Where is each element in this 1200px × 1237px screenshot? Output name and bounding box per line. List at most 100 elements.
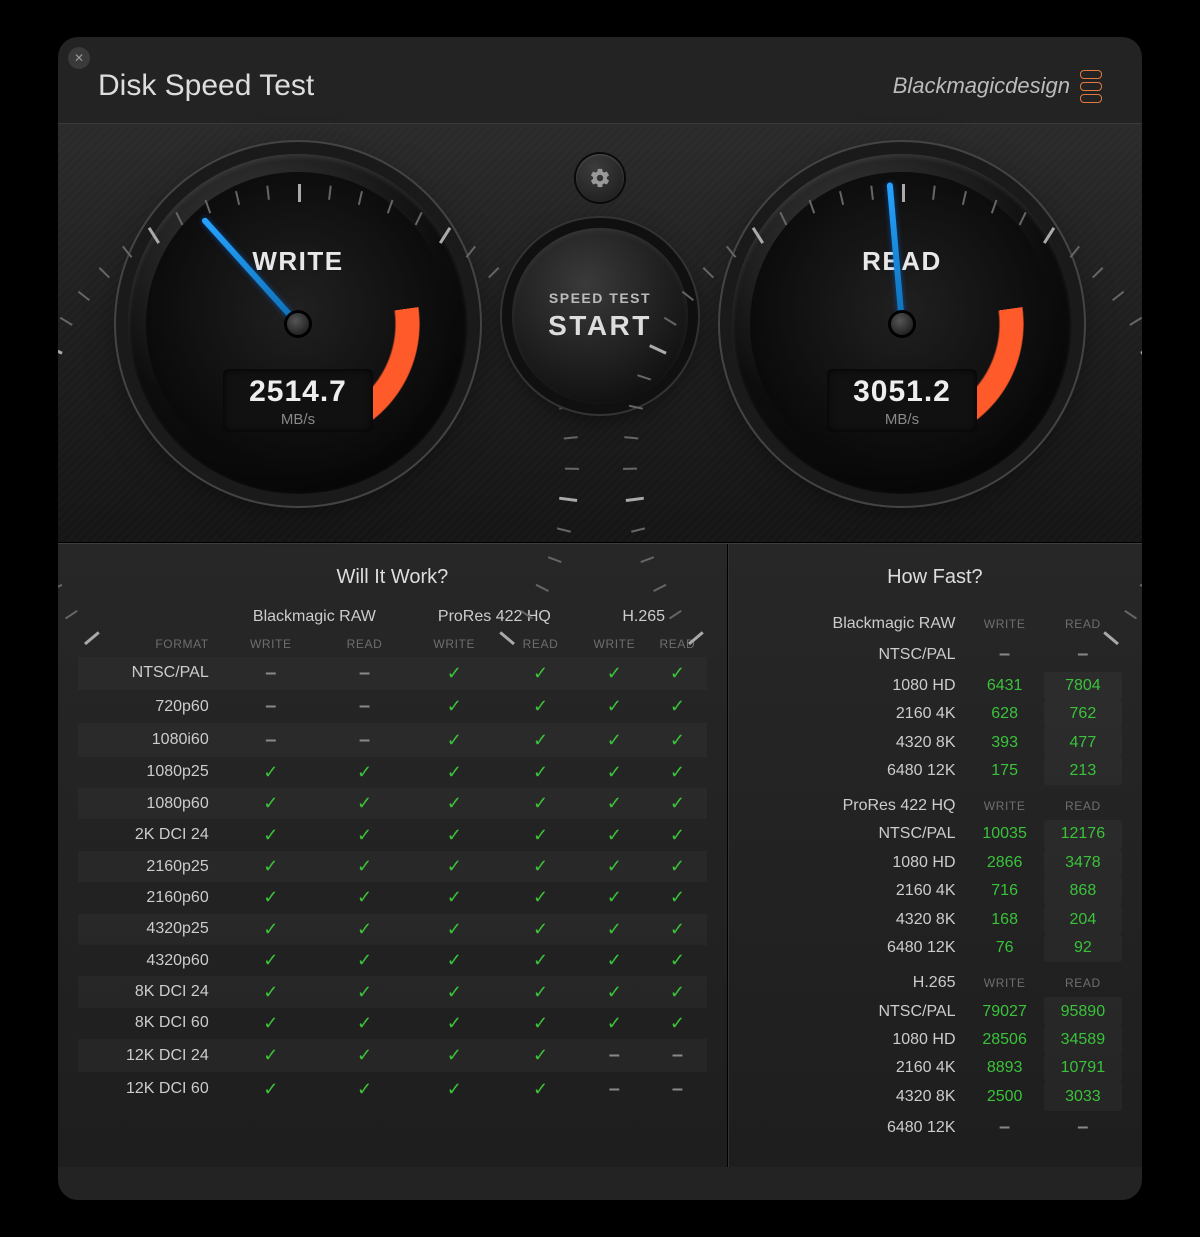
- format-label: NTSC/PAL: [748, 638, 966, 671]
- check-icon: ✓: [447, 919, 462, 939]
- check-icon: ✓: [607, 887, 622, 907]
- format-label: 2160p60: [78, 882, 221, 913]
- check-icon: ✓: [447, 1045, 462, 1065]
- check-icon: ✓: [263, 856, 278, 876]
- check-icon: ✓: [357, 762, 372, 782]
- check-icon: ✓: [533, 825, 548, 845]
- read-value: 95890: [1044, 997, 1122, 1025]
- check-icon: ✓: [533, 696, 548, 716]
- read-gauge: READ 3051.2 MB/s: [732, 154, 1072, 494]
- codec-section-header: ProRes 422 HQWRITEREAD: [748, 785, 1122, 820]
- check-icon: ✓: [357, 982, 372, 1002]
- format-label: 6480 12K: [748, 1111, 966, 1144]
- format-label: 4320p25: [78, 914, 221, 945]
- read-value: 34589: [1044, 1026, 1122, 1054]
- check-icon: ✓: [670, 982, 685, 1002]
- check-icon: ✓: [263, 1079, 278, 1099]
- close-button[interactable]: ✕: [68, 47, 90, 69]
- format-label: 12K DCI 24: [78, 1039, 221, 1072]
- format-label: 1080p60: [78, 788, 221, 819]
- read-value: 762: [1044, 700, 1122, 728]
- format-label: 2160 4K: [748, 1054, 966, 1082]
- write-value: 168: [966, 905, 1044, 933]
- check-icon: ✓: [533, 1079, 548, 1099]
- dash-icon: –: [672, 1044, 683, 1066]
- codec-section-header: H.265WRITEREAD: [748, 962, 1122, 997]
- write-value: 2866: [966, 849, 1044, 877]
- dash-icon: –: [265, 662, 276, 684]
- read-value: –: [1044, 638, 1122, 671]
- brand-icon: [1080, 70, 1102, 103]
- check-icon: ✓: [533, 762, 548, 782]
- check-icon: ✓: [607, 982, 622, 1002]
- table-row: 4320 8K25003033: [748, 1082, 1122, 1110]
- check-icon: ✓: [447, 1079, 462, 1099]
- check-icon: ✓: [447, 696, 462, 716]
- check-icon: ✓: [670, 887, 685, 907]
- check-icon: ✓: [263, 1045, 278, 1065]
- will-it-work-panel: Will It Work? Blackmagic RAW ProRes 422 …: [58, 544, 728, 1167]
- check-icon: ✓: [607, 856, 622, 876]
- dash-icon: –: [609, 1044, 620, 1066]
- check-icon: ✓: [533, 950, 548, 970]
- write-gauge-label: WRITE: [146, 246, 450, 277]
- check-icon: ✓: [357, 1079, 372, 1099]
- check-icon: ✓: [357, 887, 372, 907]
- check-icon: ✓: [607, 950, 622, 970]
- check-icon: ✓: [263, 919, 278, 939]
- check-icon: ✓: [533, 856, 548, 876]
- check-icon: ✓: [670, 825, 685, 845]
- check-icon: ✓: [533, 663, 548, 683]
- check-icon: ✓: [670, 663, 685, 683]
- dash-icon: –: [609, 1078, 620, 1100]
- settings-button[interactable]: [576, 154, 624, 202]
- check-icon: ✓: [670, 696, 685, 716]
- write-unit: MB/s: [223, 411, 373, 428]
- read-value: 204: [1044, 905, 1122, 933]
- check-icon: ✓: [357, 1045, 372, 1065]
- check-icon: ✓: [357, 856, 372, 876]
- format-label: 4320p60: [78, 945, 221, 976]
- table-row: 4320 8K393477: [748, 728, 1122, 756]
- table-row: 2160p25✓✓✓✓✓✓: [78, 851, 707, 882]
- table-row: 4320 8K168204: [748, 905, 1122, 933]
- codec-header: H.265: [581, 603, 707, 632]
- write-value: 28506: [966, 1026, 1044, 1054]
- table-row: 8K DCI 60✓✓✓✓✓✓: [78, 1008, 707, 1039]
- table-row: 1080i60––✓✓✓✓: [78, 723, 707, 756]
- check-icon: ✓: [447, 663, 462, 683]
- brand-logo: Blackmagicdesign: [893, 70, 1102, 103]
- check-icon: ✓: [263, 793, 278, 813]
- write-value: –: [966, 1111, 1044, 1144]
- check-icon: ✓: [607, 696, 622, 716]
- check-icon: ✓: [607, 793, 622, 813]
- check-icon: ✓: [670, 950, 685, 970]
- write-value-display: 2514.7 MB/s: [223, 369, 373, 432]
- check-icon: ✓: [263, 1013, 278, 1033]
- will-it-work-table: Blackmagic RAW ProRes 422 HQ H.265 FORMA…: [78, 603, 707, 1106]
- read-value: 92: [1044, 934, 1122, 962]
- check-icon: ✓: [670, 856, 685, 876]
- write-value: 2514.7: [223, 375, 373, 409]
- codec-header: Blackmagic RAW: [221, 603, 408, 632]
- read-value: 477: [1044, 728, 1122, 756]
- check-icon: ✓: [670, 1013, 685, 1033]
- check-icon: ✓: [607, 919, 622, 939]
- brand-text: Blackmagicdesign: [893, 73, 1070, 99]
- format-label: 1080p25: [78, 757, 221, 788]
- check-icon: ✓: [447, 793, 462, 813]
- table-row: NTSC/PAL––: [748, 638, 1122, 671]
- check-icon: ✓: [533, 730, 548, 750]
- format-label: 6480 12K: [748, 934, 966, 962]
- table-row: 6480 12K––: [748, 1111, 1122, 1144]
- table-row: 1080p25✓✓✓✓✓✓: [78, 757, 707, 788]
- start-button[interactable]: SPEED TEST START: [512, 228, 688, 404]
- start-line1: SPEED TEST: [549, 290, 651, 306]
- dash-icon: –: [672, 1078, 683, 1100]
- check-icon: ✓: [263, 950, 278, 970]
- dash-icon: –: [359, 729, 370, 751]
- check-icon: ✓: [533, 1013, 548, 1033]
- format-label: 4320 8K: [748, 1082, 966, 1110]
- check-icon: ✓: [447, 856, 462, 876]
- check-icon: ✓: [670, 793, 685, 813]
